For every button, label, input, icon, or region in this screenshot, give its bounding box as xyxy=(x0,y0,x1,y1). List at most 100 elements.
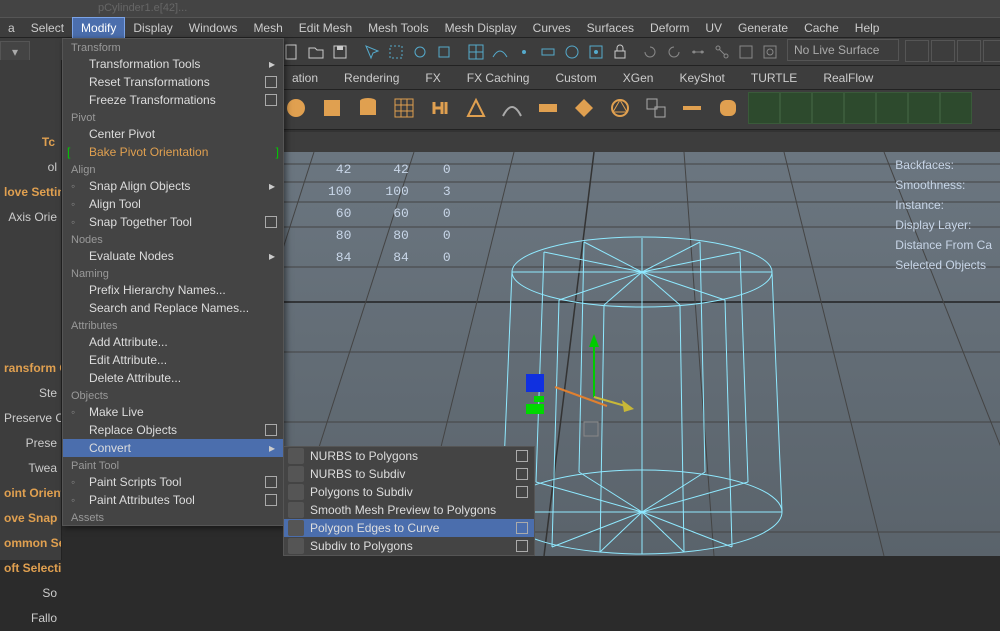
shelf-tab-turtle[interactable]: TURTLE xyxy=(741,67,807,89)
menu-subdiv-to-poly[interactable]: Subdiv to Polygons xyxy=(284,537,534,555)
menu-windows[interactable]: Windows xyxy=(181,18,246,38)
menu-make-live[interactable]: ◦Make Live xyxy=(63,403,283,421)
shelf-tab-keyshot[interactable]: KeyShot xyxy=(669,67,734,89)
snap-point-icon[interactable] xyxy=(512,40,536,64)
poly-cylinder-icon[interactable] xyxy=(352,92,384,124)
option-box-icon[interactable] xyxy=(265,94,277,106)
menu-poly-to-subdiv[interactable]: Polygons to Subdiv xyxy=(284,483,534,501)
menu-center-pivot[interactable]: Center Pivot xyxy=(63,125,283,143)
save-scene-icon[interactable] xyxy=(328,40,352,64)
menu-delete-attribute[interactable]: Delete Attribute... xyxy=(63,369,283,387)
menu-edit-attribute[interactable]: Edit Attribute... xyxy=(63,351,283,369)
menu-poly-edges-to-curve[interactable]: Polygon Edges to Curve xyxy=(284,519,534,537)
svg-mesh-icon[interactable] xyxy=(460,92,492,124)
menu-help[interactable]: Help xyxy=(847,18,888,38)
menu-a[interactable]: a xyxy=(0,18,23,38)
attribute-editor-toggle-icon[interactable] xyxy=(905,40,929,62)
realflow-icon-2[interactable] xyxy=(780,92,812,124)
ipr-icon[interactable] xyxy=(758,40,782,64)
shelf-tab-fxcaching[interactable]: FX Caching xyxy=(457,67,540,89)
menu-deform[interactable]: Deform xyxy=(642,18,697,38)
menu-add-attribute[interactable]: Add Attribute... xyxy=(63,333,283,351)
platonic-icon[interactable] xyxy=(604,92,636,124)
menu-freeze-transformations[interactable]: Freeze Transformations xyxy=(63,91,283,109)
option-box-icon[interactable] xyxy=(265,424,277,436)
vp-icon[interactable] xyxy=(288,134,304,150)
menu-paint-scripts[interactable]: ◦Paint Scripts Tool xyxy=(63,473,283,491)
vp-icon[interactable] xyxy=(308,134,324,150)
vp-icon[interactable] xyxy=(428,134,444,150)
vp-icon[interactable] xyxy=(468,134,484,150)
option-box-icon[interactable] xyxy=(265,216,277,228)
poly-plane-icon[interactable] xyxy=(388,92,420,124)
menu-modify[interactable]: Modify xyxy=(72,17,125,39)
paint-select-icon[interactable] xyxy=(432,40,456,64)
shelf-tab-realflow[interactable]: RealFlow xyxy=(813,67,883,89)
tool-settings-toggle-icon[interactable] xyxy=(931,40,955,62)
lasso-icon[interactable] xyxy=(408,40,432,64)
menu-nurbs-to-subdiv[interactable]: NURBS to Subdiv xyxy=(284,465,534,483)
select-tool-icon[interactable] xyxy=(360,40,384,64)
shelf-tab-rendering[interactable]: Rendering xyxy=(334,67,409,89)
snap-live-icon[interactable] xyxy=(584,40,608,64)
menu-snap-together[interactable]: ◦Snap Together Tool xyxy=(63,213,283,231)
vp-icon[interactable] xyxy=(348,134,364,150)
shelf-tab-animation[interactable]: ation xyxy=(282,67,328,89)
snap-view-icon[interactable] xyxy=(560,40,584,64)
realflow-icon-6[interactable] xyxy=(908,92,940,124)
option-box-icon[interactable] xyxy=(265,76,277,88)
snap-plane-icon[interactable] xyxy=(536,40,560,64)
poly-cube-icon[interactable] xyxy=(316,92,348,124)
vp-icon[interactable] xyxy=(488,134,504,150)
option-box-icon[interactable] xyxy=(516,450,528,462)
node-icon[interactable] xyxy=(710,40,734,64)
poly-type-icon[interactable] xyxy=(424,92,456,124)
open-scene-icon[interactable] xyxy=(304,40,328,64)
select-mode-icon[interactable] xyxy=(384,40,408,64)
menu-snap-align[interactable]: ◦Snap Align Objects▸ xyxy=(63,177,283,195)
redo-icon[interactable] xyxy=(662,40,686,64)
menu-mesh-tools[interactable]: Mesh Tools xyxy=(360,18,436,38)
menu-mesh-display[interactable]: Mesh Display xyxy=(437,18,525,38)
menu-reset-transformations[interactable]: Reset Transformations xyxy=(63,73,283,91)
combine-icon[interactable] xyxy=(640,92,672,124)
menu-uv[interactable]: UV xyxy=(697,18,730,38)
planar-icon[interactable] xyxy=(532,92,564,124)
menu-mesh[interactable]: Mesh xyxy=(245,18,290,38)
menu-evaluate-nodes[interactable]: Evaluate Nodes▸ xyxy=(63,247,283,265)
no-live-surface-field[interactable]: No Live Surface xyxy=(787,39,899,61)
realflow-icon-7[interactable] xyxy=(940,92,972,124)
menu-cache[interactable]: Cache xyxy=(796,18,847,38)
option-box-icon[interactable] xyxy=(516,468,528,480)
menu-smooth-mesh-preview[interactable]: Smooth Mesh Preview to Polygons xyxy=(284,501,534,519)
option-box-icon[interactable] xyxy=(265,494,277,506)
vp-icon[interactable] xyxy=(328,134,344,150)
option-box-icon[interactable] xyxy=(265,476,277,488)
vp-icon[interactable] xyxy=(388,134,404,150)
render-icon[interactable] xyxy=(734,40,758,64)
menu-align-tool[interactable]: ◦Align Tool xyxy=(63,195,283,213)
option-box-icon[interactable] xyxy=(516,540,528,552)
menu-bake-pivot[interactable]: [Bake Pivot Orientation] xyxy=(63,143,283,161)
menu-transformation-tools[interactable]: Transformation Tools▸ xyxy=(63,55,283,73)
menu-display[interactable]: Display xyxy=(125,18,180,38)
vp-icon[interactable] xyxy=(448,134,464,150)
snap-curve-icon[interactable] xyxy=(488,40,512,64)
separate-icon[interactable] xyxy=(676,92,708,124)
vp-icon[interactable] xyxy=(508,134,524,150)
menu-search-replace[interactable]: Search and Replace Names... xyxy=(63,299,283,317)
realflow-icon-4[interactable] xyxy=(844,92,876,124)
menu-select[interactable]: Select xyxy=(23,18,72,38)
vp-icon[interactable] xyxy=(368,134,384,150)
menu-nurbs-to-poly[interactable]: NURBS to Polygons xyxy=(284,447,534,465)
shelf-tab-custom[interactable]: Custom xyxy=(545,67,606,89)
menu-edit-mesh[interactable]: Edit Mesh xyxy=(291,18,360,38)
curve-tool-icon[interactable] xyxy=(496,92,528,124)
menu-paint-attributes[interactable]: ◦Paint Attributes Tool xyxy=(63,491,283,509)
menu-replace-objects[interactable]: Replace Objects xyxy=(63,421,283,439)
vp-icon[interactable] xyxy=(408,134,424,150)
snap-grid-icon[interactable] xyxy=(464,40,488,64)
menu-generate[interactable]: Generate xyxy=(730,18,796,38)
menu-convert[interactable]: Convert▸ xyxy=(63,439,283,457)
channel-box-toggle-icon[interactable] xyxy=(957,40,981,62)
